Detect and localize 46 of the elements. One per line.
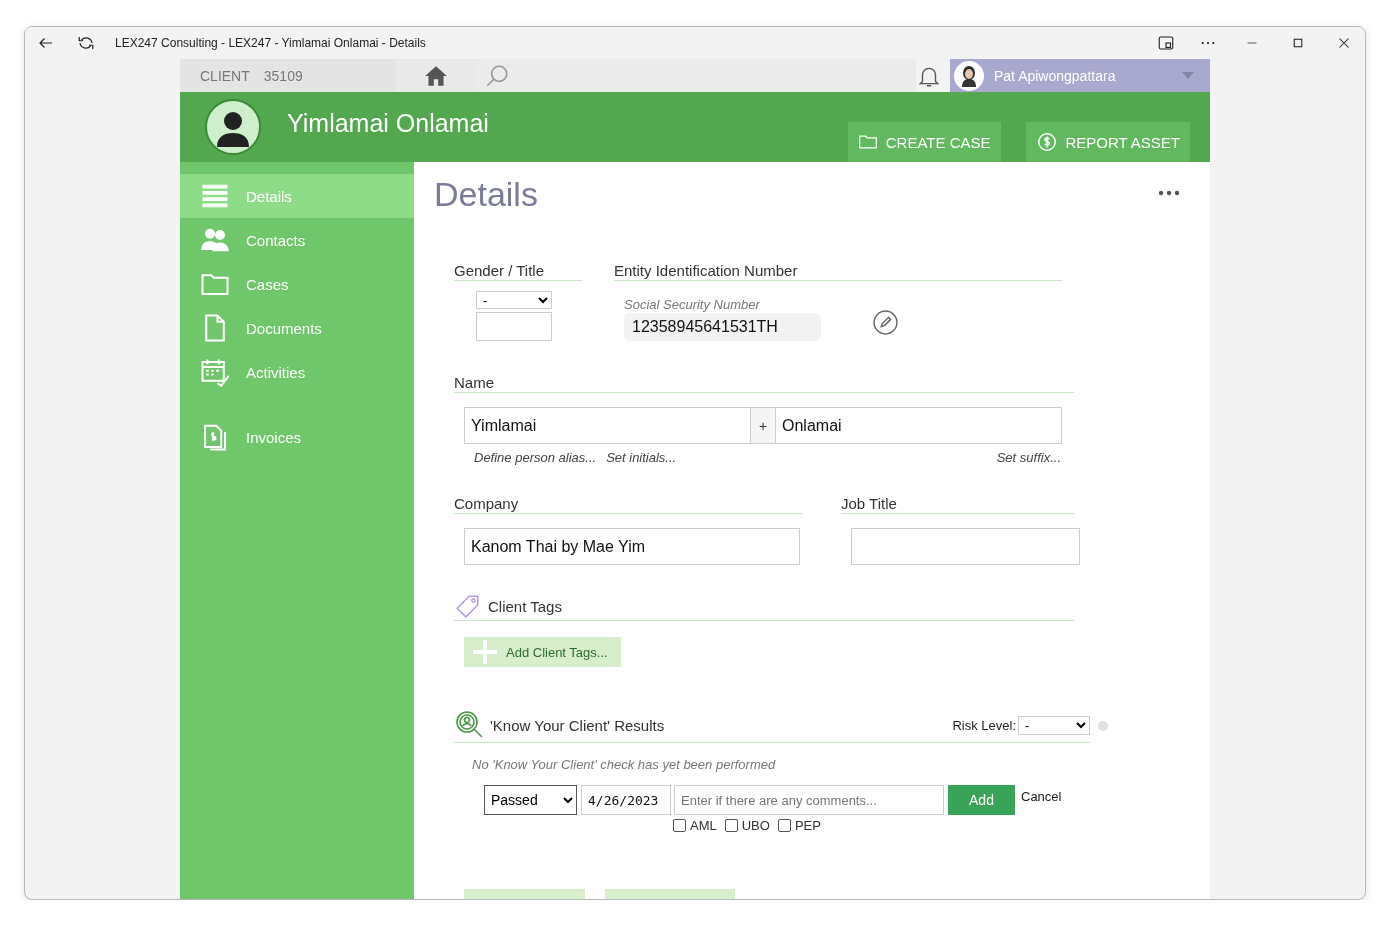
first-name-field[interactable]: Yimlamai [464, 407, 751, 444]
edit-icon[interactable] [873, 310, 898, 335]
ssn-field: 12358945641531TH [624, 313, 821, 341]
field-label: Name [454, 374, 494, 391]
client-number: 35109 [263, 67, 303, 84]
refresh-icon[interactable] [77, 34, 95, 52]
checkbox-option[interactable]: PEP [777, 818, 821, 833]
plus-icon [472, 639, 498, 665]
name-separator: + [751, 407, 775, 444]
status-select[interactable]: Passed [484, 785, 577, 815]
risk-select[interactable]: - [1018, 715, 1090, 735]
option-link[interactable]: Set initials... [606, 450, 677, 465]
last-name-field[interactable]: Onlamai [775, 407, 1062, 444]
risk-label: Risk Level: [952, 717, 1016, 733]
date-field[interactable]: 4/26/2023 [581, 785, 671, 815]
more-icon[interactable] [1158, 190, 1180, 196]
dollar-icon [1035, 131, 1058, 153]
cast-icon[interactable] [1157, 34, 1175, 52]
comment-field[interactable]: Enter if there are any comments... [674, 785, 944, 815]
option-link[interactable]: Define person alias... [474, 450, 597, 465]
client-label: CLIENT [200, 67, 250, 84]
calendar-icon [200, 357, 230, 387]
job-title-field[interactable] [851, 528, 1080, 565]
ssn-label: Social Security Number [624, 297, 762, 312]
checkbox-option[interactable]: UBO [724, 818, 770, 833]
avatar [954, 60, 984, 91]
add-tags-button[interactable]: Add Client Tags... [464, 637, 621, 667]
title-field[interactable] [476, 312, 552, 341]
company-field[interactable]: Kanom Thai by Mae Yim [464, 528, 800, 565]
field-label: Company [454, 495, 519, 512]
checkbox-option[interactable]: AML [673, 818, 717, 833]
tag-icon [454, 593, 482, 619]
page-title: Details [434, 174, 538, 214]
kyc-message: No 'Know Your Client' check has yet been performed [472, 757, 777, 772]
window-title: LEX247 Consulting - LEX247 - Yimlamai Onlamai - Details [115, 36, 427, 50]
field-label: Job Title [841, 495, 897, 512]
field-label: Entity Identification Number [614, 262, 798, 279]
status-dot [1098, 721, 1108, 731]
field-label: Gender / Title [454, 262, 545, 279]
cancel-button[interactable]: Cancel [1017, 785, 1066, 808]
option-link[interactable]: Set suffix... [996, 450, 1061, 465]
section-title: 'Know Your Client' Results [490, 716, 665, 734]
gender-select[interactable]: - [476, 291, 552, 309]
avatar [205, 99, 261, 155]
section-title: Client Tags [488, 597, 562, 615]
client-name: Yimlamai Onlamai [287, 108, 490, 138]
